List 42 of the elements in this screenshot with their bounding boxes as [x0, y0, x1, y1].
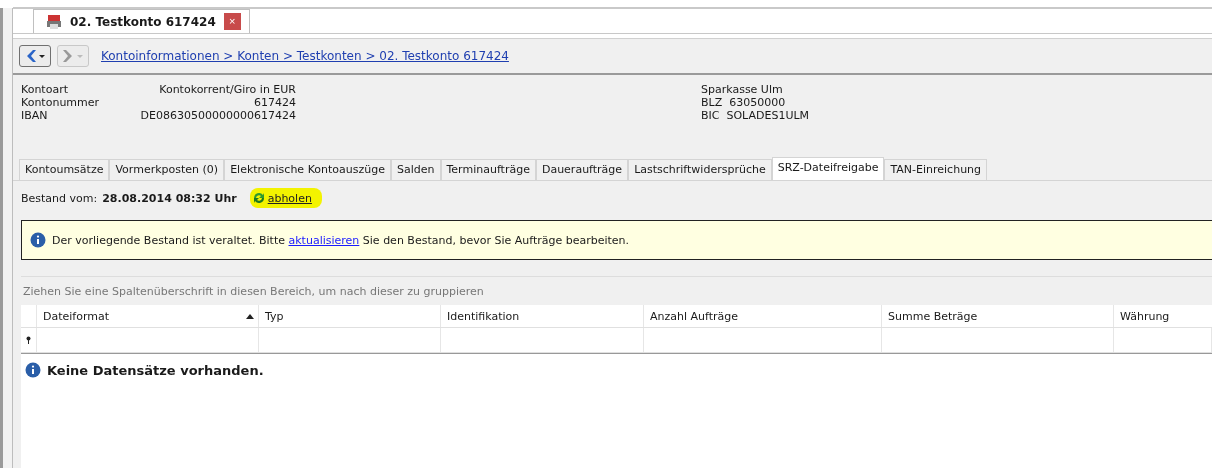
column-header[interactable]: Anzahl Aufträge [644, 305, 882, 327]
column-header[interactable]: Identifikation [441, 305, 644, 327]
field-value: 617424 [253, 96, 296, 109]
field-value: Kontokorrent/Giro in EUR [158, 83, 296, 96]
column-header[interactable]: Summe Beträge [882, 305, 1114, 327]
tab[interactable]: Terminaufträge [440, 159, 536, 180]
tab[interactable]: Salden [391, 159, 441, 180]
column-header[interactable]: Dateiformat [37, 305, 259, 327]
column-header[interactable]: Typ [259, 305, 441, 327]
document-tab[interactable]: 02. Testkonto 617424 × [33, 9, 250, 33]
column-header[interactable]: Währung [1114, 305, 1212, 327]
tab[interactable]: TAN-Einreichung [884, 159, 988, 180]
bank-info: BIC SOLADES1ULM [701, 109, 810, 122]
bank-info: Sparkasse Ulm [701, 83, 784, 96]
breadcrumb-link[interactable]: Kontoinformationen > Konten > Testkonten > 02. Testkonto 617424 [101, 49, 509, 63]
forward-arrow-icon [62, 49, 84, 63]
update-link[interactable]: aktualisieren [288, 233, 360, 247]
close-button[interactable]: × [223, 13, 241, 30]
tab[interactable]: Elektronische Kontoauszüge [224, 159, 391, 180]
back-button[interactable] [19, 45, 51, 67]
tab[interactable]: Lastschriftwidersprüche [628, 159, 772, 180]
status-label: Bestand vom: [21, 191, 98, 205]
empty-message: Keine Datensätze vorhanden. [47, 362, 264, 378]
field-label: Kontoart [21, 83, 69, 96]
bank-info: BLZ 63050000 [701, 96, 787, 109]
info-icon [25, 362, 41, 378]
field-value: DE08630500000000617424 [139, 109, 296, 122]
info-icon [30, 232, 46, 248]
tab[interactable]: SRZ-Dateifreigabe [771, 157, 885, 180]
printer-icon [46, 13, 62, 30]
tab[interactable]: Daueraufträge [535, 159, 629, 180]
status-date: 28.08.2014 08:32 Uhr [102, 191, 237, 205]
forward-button[interactable] [57, 45, 89, 67]
field-label: Kontonummer [21, 96, 101, 109]
field-label: IBAN [21, 109, 49, 122]
notice-text: Der vorliegende Bestand ist veraltet. Bitte aktualisieren Sie den Bestand, bevor Sie Aufträge bearbeiten. [52, 233, 630, 247]
tab[interactable]: Vormerkposten (0) [109, 159, 225, 180]
pin-icon [26, 336, 31, 344]
tab-title: 02. Testkonto 617424 [70, 14, 216, 29]
tab[interactable]: Kontoumsätze [19, 159, 110, 180]
refresh-icon [251, 191, 266, 205]
fetch-link[interactable]: abholen [249, 188, 322, 208]
